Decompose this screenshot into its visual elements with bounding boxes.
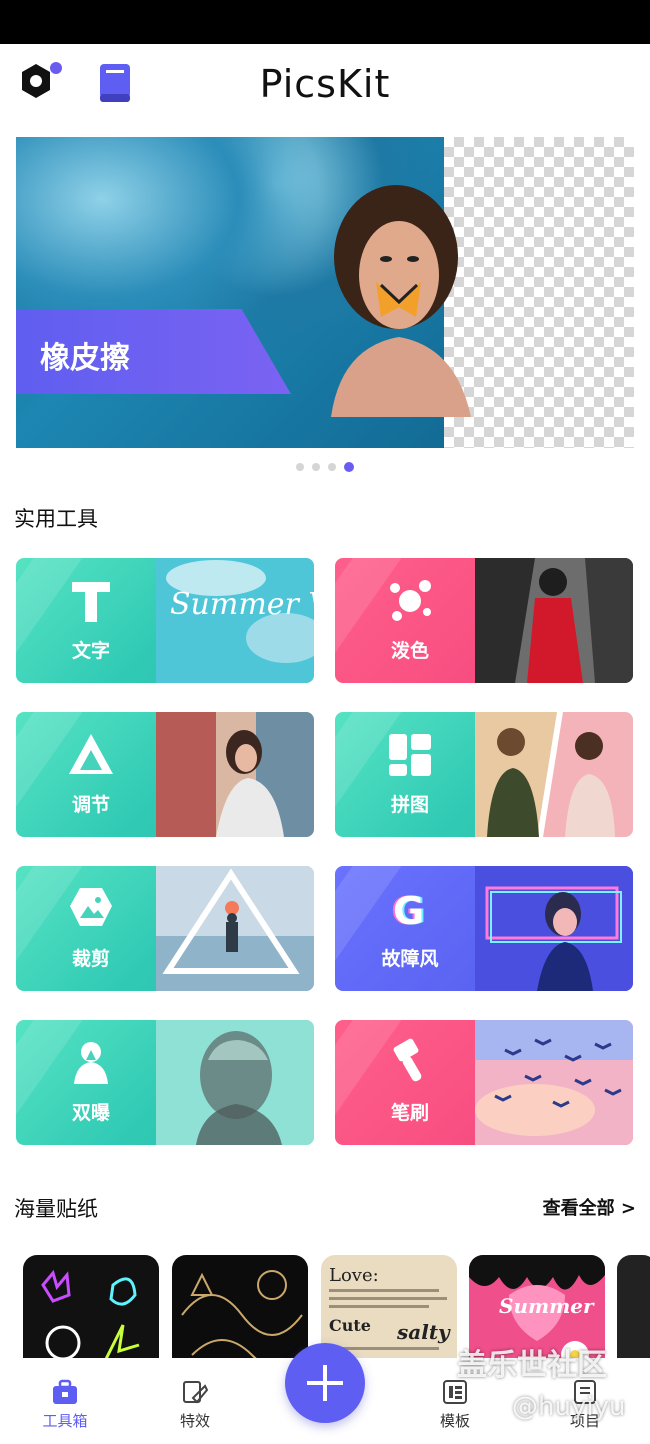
splash-icon: [390, 580, 431, 621]
nav-label: 模板: [439, 1412, 470, 1430]
tool-label: 裁剪: [71, 948, 110, 970]
top-bar: PicsKit: [0, 44, 650, 124]
tool-label: 故障风: [381, 948, 439, 970]
eraser-banner[interactable]: 橡皮擦: [16, 137, 634, 448]
text-icon: [72, 582, 110, 622]
tool-label: 笔刷: [390, 1102, 429, 1124]
collage-photo: [475, 712, 633, 837]
create-fab-button[interactable]: [285, 1343, 365, 1423]
double-exposure-photo: [156, 1020, 314, 1145]
nav-label: 特效: [179, 1412, 210, 1430]
red-dress-photo: [475, 558, 633, 683]
tool-label: 泼色: [390, 640, 429, 662]
tool-card-splash[interactable]: 泼色: [335, 558, 633, 683]
summer-vibe-text: Summer Vibe: [170, 587, 314, 622]
banner-pagination: [0, 456, 650, 472]
watermark-user: @huyiyu: [512, 1392, 626, 1422]
crop-icon: [70, 888, 112, 926]
nav-template[interactable]: 模板: [415, 1378, 495, 1431]
see-all-link[interactable]: 查看全部 >: [543, 1194, 636, 1220]
page-dot[interactable]: [312, 462, 320, 471]
tool-card-text[interactable]: 文字 Summer Vibe: [16, 558, 314, 683]
tool-card-double-exposure[interactable]: 双曝: [16, 1020, 314, 1145]
tool-label: 文字: [71, 640, 110, 662]
tools-section-title: 实用工具: [14, 507, 98, 531]
svg-text:Summer: Summer: [499, 1294, 595, 1318]
tool-label: 拼图: [390, 794, 429, 816]
nav-toolbox[interactable]: 工具箱: [25, 1378, 105, 1431]
tool-label: 调节: [71, 794, 110, 816]
plus-icon: [307, 1365, 343, 1401]
watermark-community: 盖乐世社区: [457, 1348, 607, 1383]
triangle-man-photo: [156, 866, 314, 991]
brush-icon: [393, 1038, 422, 1082]
tool-card-glitch[interactable]: GGG 故障风: [335, 866, 633, 991]
adjust-icon: [69, 734, 113, 774]
neon-girl-photo: [475, 866, 633, 991]
svg-text:G: G: [393, 889, 424, 933]
svg-text:Love:: Love:: [329, 1265, 379, 1286]
tool-card-brush[interactable]: 笔刷: [335, 1020, 633, 1145]
summer-vibe-photo: Summer Vibe: [156, 558, 314, 683]
tool-label: 双曝: [71, 1102, 110, 1124]
status-bar: [0, 0, 650, 44]
glitch-icon: GGG: [391, 889, 426, 933]
page-dot[interactable]: [328, 462, 336, 471]
nav-effects[interactable]: 特效: [155, 1378, 235, 1431]
app-title: PicsKit: [259, 62, 391, 106]
double-exposure-icon: [74, 1042, 108, 1084]
banner-label: 橡皮擦: [40, 341, 130, 376]
stickers-section-title: 海量贴纸: [14, 1197, 98, 1221]
tool-card-collage[interactable]: 拼图: [335, 712, 633, 837]
transparent-checker: [444, 137, 634, 448]
tool-card-crop[interactable]: 裁剪: [16, 866, 314, 991]
effects-icon: [183, 1381, 209, 1404]
collage-icon: [389, 734, 431, 776]
page-dot-active[interactable]: [344, 461, 354, 472]
svg-text:Cute: Cute: [329, 1316, 371, 1335]
birds-sky-photo: [475, 1020, 633, 1145]
toolbox-icon: [53, 1379, 77, 1404]
page-dot[interactable]: [296, 462, 304, 471]
tool-card-adjust[interactable]: 调节: [16, 712, 314, 837]
banner-portrait: [331, 185, 471, 417]
svg-text:salty: salty: [396, 1320, 451, 1344]
city-girl-photo: [156, 712, 314, 837]
nav-label: 工具箱: [42, 1412, 88, 1430]
